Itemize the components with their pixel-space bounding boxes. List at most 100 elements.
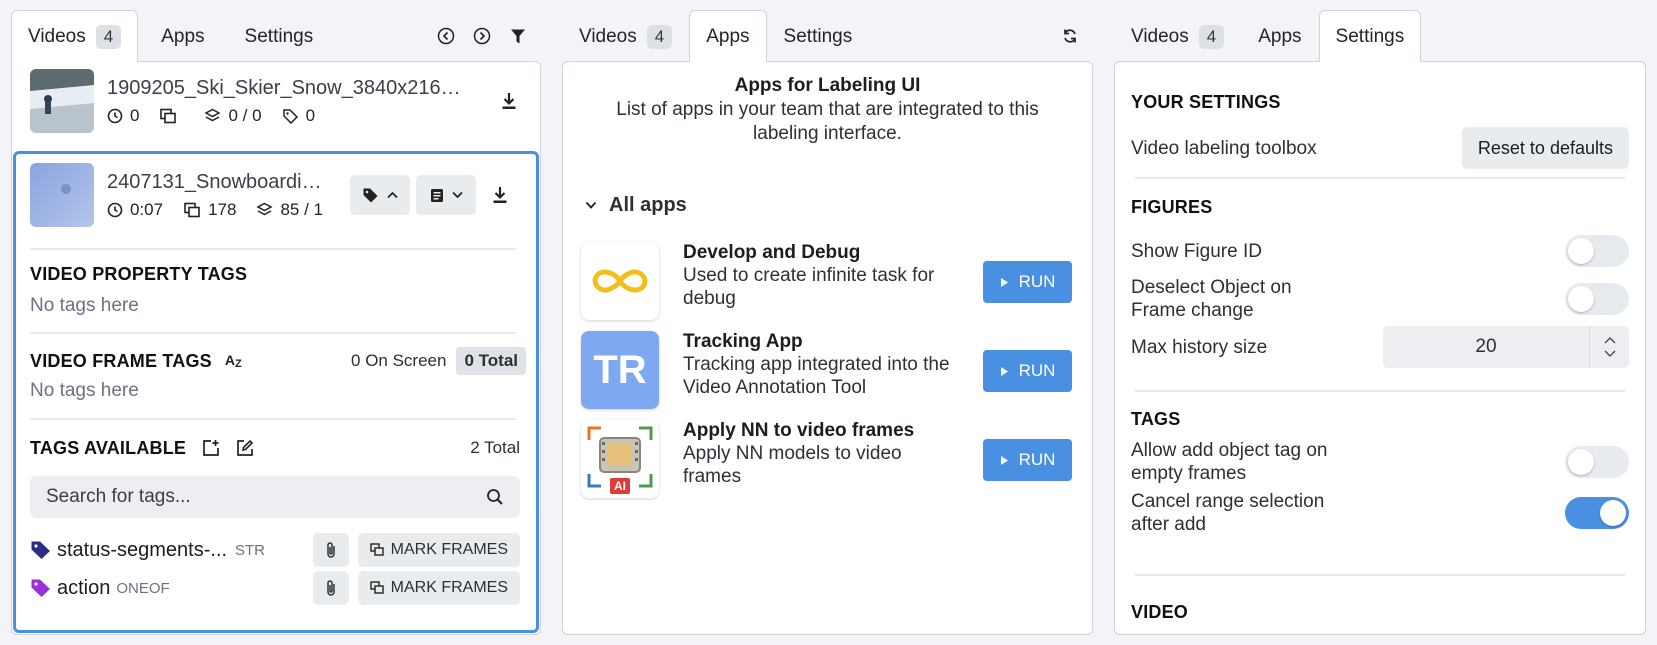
apps-header-title: Apps for Labeling UI bbox=[734, 75, 921, 96]
chevron-down-icon bbox=[585, 201, 597, 209]
toolbox-label: Video labeling toolbox bbox=[1131, 137, 1317, 159]
infinity-icon bbox=[581, 242, 659, 320]
videos-panel-body: 1909205_Ski_Skier_Snow_3840x2160.mp4 0 0… bbox=[11, 61, 541, 635]
apps-toolbar bbox=[1059, 10, 1093, 62]
tab-settings[interactable]: Settings bbox=[1318, 10, 1422, 62]
tag-icon bbox=[363, 188, 378, 203]
frame-tags-total[interactable]: 0 Total bbox=[456, 347, 526, 375]
run-button[interactable]: RUN bbox=[983, 350, 1072, 392]
app-description: Used to create infinite task for debug bbox=[683, 265, 935, 309]
chevron-up-icon[interactable] bbox=[1604, 337, 1616, 344]
divider bbox=[1135, 390, 1625, 392]
refresh-icon[interactable] bbox=[1059, 25, 1081, 47]
apps-header-subtitle: List of apps in your team that are integ… bbox=[616, 99, 1039, 144]
show-figure-id-toggle[interactable] bbox=[1565, 235, 1629, 267]
frame-tags-on-screen: 0 On Screen bbox=[351, 351, 447, 370]
video-frame-tags-title: VIDEO FRAME TAGS bbox=[30, 350, 212, 371]
video-name: 2407131_Snowboarding_Snowboarder_3840x21… bbox=[107, 170, 329, 193]
video-item[interactable]: 1909205_Ski_Skier_Snow_3840x2160.mp4 0 0… bbox=[30, 68, 520, 134]
prev-video-icon[interactable] bbox=[435, 25, 457, 47]
allow-add-tag-toggle[interactable] bbox=[1565, 446, 1629, 478]
chevron-down-icon bbox=[451, 191, 463, 199]
your-settings-title: YOUR SETTINGS bbox=[1131, 92, 1281, 112]
settings-panel: YOUR SETTINGS Video labeling toolbox Res… bbox=[1114, 10, 1646, 635]
frames-icon bbox=[369, 543, 384, 556]
mark-frames-button[interactable]: MARK FRAMES bbox=[357, 571, 520, 605]
apps-header: Apps for Labeling UI List of apps in you… bbox=[563, 75, 1092, 146]
tag-item[interactable]: status-segments-... STR MARK FRAMES bbox=[30, 533, 520, 567]
deselect-object-toggle[interactable] bbox=[1565, 283, 1629, 315]
clock-icon bbox=[107, 108, 123, 123]
divider bbox=[1135, 177, 1625, 179]
attach-button[interactable] bbox=[312, 533, 349, 567]
tag-menu-button[interactable] bbox=[350, 175, 410, 215]
videos-count-badge: 4 bbox=[1198, 24, 1225, 49]
figures-title: FIGURES bbox=[1131, 197, 1213, 217]
video-item-selected[interactable]: 2407131_Snowboarding_Snowboarder_3840x21… bbox=[30, 162, 520, 228]
toolbox-row: Video labeling toolbox Reset to defaults bbox=[1131, 127, 1629, 169]
deselect-object-label: Deselect Object on Frame change bbox=[1131, 277, 1292, 321]
show-figure-id-row: Show Figure ID bbox=[1131, 234, 1629, 268]
app-title: Apply NN to video frames bbox=[683, 420, 915, 441]
chevron-down-icon[interactable] bbox=[1604, 350, 1616, 357]
app-description: Apply NN models to video frames bbox=[683, 443, 902, 487]
paperclip-icon bbox=[326, 542, 335, 558]
tag-type: STR bbox=[235, 541, 265, 559]
allow-add-tag-label: Allow add object tag on empty frames bbox=[1131, 440, 1328, 484]
video-frames bbox=[159, 108, 184, 124]
video-meta: 0:07 178 85 / 1 bbox=[107, 200, 332, 220]
download-icon[interactable] bbox=[498, 90, 520, 112]
clock-icon bbox=[107, 202, 123, 217]
tag-outline-icon bbox=[282, 108, 298, 124]
max-history-stepper[interactable]: 20 bbox=[1383, 326, 1629, 368]
chevron-up-icon bbox=[387, 191, 398, 199]
mark-frames-button[interactable]: MARK FRAMES bbox=[357, 533, 520, 567]
tab-settings[interactable]: Settings bbox=[222, 10, 331, 62]
filter-icon[interactable] bbox=[507, 25, 529, 47]
video-frames: 178 bbox=[183, 200, 236, 220]
tag-item[interactable]: action ONEOF MARK FRAMES bbox=[30, 571, 520, 605]
nn-film-icon: AI bbox=[581, 420, 659, 498]
layers-icon bbox=[256, 202, 274, 215]
app-title: Develop and Debug bbox=[683, 242, 861, 263]
video-thumbnail bbox=[30, 163, 94, 227]
tag-name: status-segments-... bbox=[57, 538, 227, 561]
tag-search-input[interactable]: Search for tags... bbox=[30, 476, 520, 518]
divider bbox=[30, 332, 516, 334]
next-video-icon[interactable] bbox=[471, 25, 493, 47]
add-tag-icon[interactable] bbox=[200, 437, 222, 459]
attach-button[interactable] bbox=[312, 571, 349, 605]
tab-videos[interactable]: Videos 4 bbox=[562, 10, 689, 62]
sort-az-icon[interactable]: AZ bbox=[225, 352, 242, 370]
all-apps-label: All apps bbox=[609, 194, 687, 216]
video-thumbnail bbox=[30, 69, 94, 133]
app-item: TR Tracking App Tracking app integrated … bbox=[581, 331, 1072, 409]
apps-panel: Apps for Labeling UI List of apps in you… bbox=[562, 10, 1093, 635]
tab-apps[interactable]: Apps bbox=[689, 10, 767, 62]
stepper-arrows[interactable] bbox=[1589, 326, 1629, 368]
edit-tags-icon[interactable] bbox=[234, 437, 256, 459]
tab-apps[interactable]: Apps bbox=[1241, 10, 1318, 62]
search-icon bbox=[487, 489, 503, 505]
cancel-range-toggle[interactable] bbox=[1565, 497, 1629, 529]
video-property-tags-empty: No tags here bbox=[30, 295, 139, 316]
max-history-row: Max history size 20 bbox=[1131, 326, 1629, 368]
reset-to-defaults-button[interactable]: Reset to defaults bbox=[1461, 127, 1629, 169]
max-history-label: Max history size bbox=[1131, 336, 1268, 358]
tab-settings[interactable]: Settings bbox=[767, 10, 870, 62]
tracking-app-icon: TR bbox=[581, 331, 659, 409]
properties-menu-button[interactable] bbox=[416, 175, 476, 215]
download-icon[interactable] bbox=[489, 184, 511, 206]
tab-videos[interactable]: Videos 4 bbox=[1114, 10, 1241, 62]
run-button[interactable]: RUN bbox=[983, 261, 1072, 303]
cancel-range-row: Cancel range selection after add bbox=[1131, 489, 1629, 537]
play-icon bbox=[1000, 277, 1008, 287]
run-button[interactable]: RUN bbox=[983, 439, 1072, 481]
divider bbox=[30, 248, 516, 250]
tag-search-placeholder: Search for tags... bbox=[46, 486, 191, 507]
all-apps-group-toggle[interactable]: All apps bbox=[585, 194, 687, 217]
tab-apps[interactable]: Apps bbox=[138, 10, 221, 62]
tab-videos[interactable]: Videos 4 bbox=[11, 10, 139, 62]
app-item: AI Apply NN to video frames Apply NN mod… bbox=[581, 420, 1072, 498]
show-figure-id-label: Show Figure ID bbox=[1131, 240, 1262, 262]
